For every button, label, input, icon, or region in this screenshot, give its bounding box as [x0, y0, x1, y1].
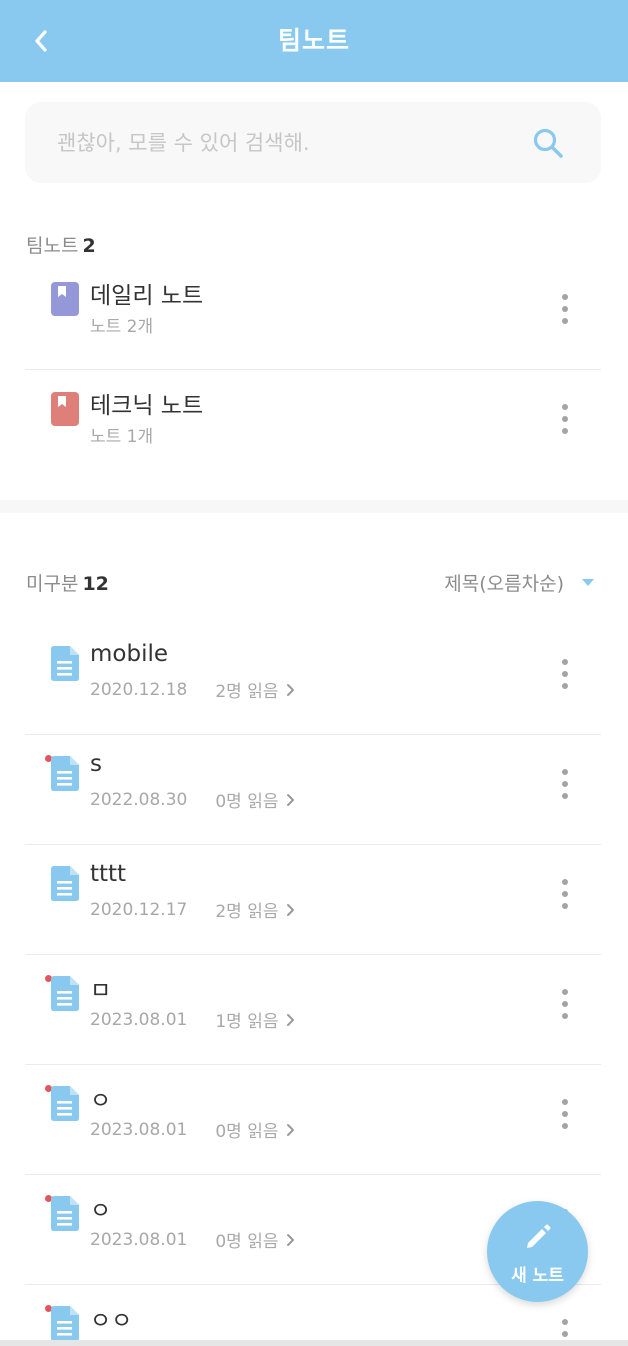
caret-down-icon — [582, 578, 594, 586]
note-meta: 2023.08.01 0명 읽음 — [90, 1227, 296, 1252]
bottom-edge — [0, 1340, 628, 1346]
new-note-label: 새 노트 — [511, 1266, 564, 1286]
app-header: 팀노트 — [0, 0, 628, 82]
notebook-row-technic[interactable]: 테크닉 노트 노트 1개 — [25, 370, 601, 480]
document-icon — [51, 1086, 79, 1121]
note-meta: 2020.12.18 2명 읽음 — [90, 677, 296, 702]
chevron-right-icon — [287, 1123, 295, 1136]
sort-label: 제목(오름차순) — [444, 572, 564, 595]
more-options-icon[interactable] — [559, 404, 571, 434]
note-date: 2023.08.01 — [90, 1229, 188, 1250]
search-input[interactable] — [57, 102, 517, 183]
note-row[interactable]: s 2022.08.30 0명 읽음 — [25, 735, 601, 845]
more-options-icon[interactable] — [559, 989, 571, 1019]
bookmark-notebook-icon — [51, 392, 79, 426]
more-options-icon[interactable] — [559, 879, 571, 909]
read-count-link[interactable]: 1명 읽음 — [215, 1007, 296, 1032]
read-count: 0명 읽음 — [215, 1122, 279, 1142]
teamnote-section-header: 팀노트 2 — [26, 231, 96, 258]
document-icon — [51, 1306, 79, 1341]
note-title: ㅇㅇ — [90, 1308, 133, 1334]
notebook-title: 데일리 노트 — [90, 283, 204, 309]
document-icon — [51, 756, 79, 791]
teamnote-count: 2 — [82, 235, 96, 257]
teamnote-section-label: 팀노트 — [26, 235, 79, 257]
read-count: 0명 읽음 — [215, 1232, 279, 1252]
note-date: 2022.08.30 — [90, 789, 188, 810]
document-icon — [51, 866, 79, 901]
note-date: 2020.12.18 — [90, 679, 188, 700]
chevron-right-icon — [287, 683, 295, 696]
note-meta: 2023.08.01 1명 읽음 — [90, 1007, 296, 1032]
notebook-note-count: 노트 2개 — [90, 317, 154, 337]
notebook-title: 테크닉 노트 — [90, 393, 204, 419]
chevron-right-icon — [287, 1233, 295, 1246]
read-count-link[interactable]: 0명 읽음 — [215, 1227, 296, 1252]
section-divider — [0, 500, 628, 513]
search-button[interactable] — [531, 126, 565, 160]
read-count: 1명 읽음 — [215, 1012, 279, 1032]
sort-dropdown[interactable]: 제목(오름차순) — [444, 568, 594, 596]
note-meta: 2023.08.01 0명 읽음 — [90, 1117, 296, 1142]
more-options-icon[interactable] — [559, 659, 571, 689]
more-options-icon[interactable] — [559, 1099, 571, 1129]
uncategorized-count: 12 — [82, 573, 109, 595]
note-row[interactable]: ㅇ 2023.08.01 0명 읽음 — [25, 1065, 601, 1175]
note-title: ㅇ — [90, 1088, 112, 1114]
search-bar — [25, 102, 601, 183]
note-title: mobile — [90, 641, 169, 667]
read-count-link[interactable]: 0명 읽음 — [215, 787, 296, 812]
notebook-row-daily[interactable]: 데일리 노트 노트 2개 — [25, 260, 601, 370]
note-date: 2023.08.01 — [90, 1009, 188, 1030]
more-options-icon[interactable] — [559, 769, 571, 799]
note-row[interactable]: tttt 2020.12.17 2명 읽음 — [25, 845, 601, 955]
note-row[interactable]: ㅁ 2023.08.01 1명 읽음 — [25, 955, 601, 1065]
bookmark-notebook-icon — [51, 282, 79, 316]
note-date: 2023.08.01 — [90, 1119, 188, 1140]
notebook-note-count: 노트 1개 — [90, 427, 154, 447]
note-meta: 2022.08.30 0명 읽음 — [90, 787, 296, 812]
read-count: 2명 읽음 — [215, 682, 279, 702]
read-count: 0명 읽음 — [215, 792, 279, 812]
note-date: 2020.12.17 — [90, 899, 188, 920]
note-title: ㅁ — [90, 978, 112, 1004]
read-count-link[interactable]: 2명 읽음 — [215, 897, 296, 922]
uncategorized-section-header: 미구분 12 — [26, 569, 109, 596]
chevron-right-icon — [287, 1013, 295, 1026]
note-title: tttt — [90, 861, 127, 887]
read-count-link[interactable]: 0명 읽음 — [215, 1117, 296, 1142]
document-icon — [51, 976, 79, 1011]
read-count-link[interactable]: 2명 읽음 — [215, 677, 296, 702]
note-row[interactable]: mobile 2020.12.18 2명 읽음 — [25, 625, 601, 735]
chevron-right-icon — [287, 793, 295, 806]
search-icon — [533, 128, 563, 158]
note-title: ㅇ — [90, 1198, 112, 1224]
page-title: 팀노트 — [277, 26, 350, 55]
uncategorized-section-label: 미구분 — [26, 573, 79, 595]
document-icon — [51, 646, 79, 681]
document-icon — [51, 1196, 79, 1231]
read-count: 2명 읽음 — [215, 902, 279, 922]
more-options-icon[interactable] — [559, 294, 571, 324]
note-meta: 2020.12.17 2명 읽음 — [90, 897, 296, 922]
chevron-right-icon — [287, 903, 295, 916]
pencil-icon — [527, 1224, 551, 1248]
new-note-button[interactable]: 새 노트 — [487, 1201, 588, 1302]
note-title: s — [90, 751, 102, 777]
